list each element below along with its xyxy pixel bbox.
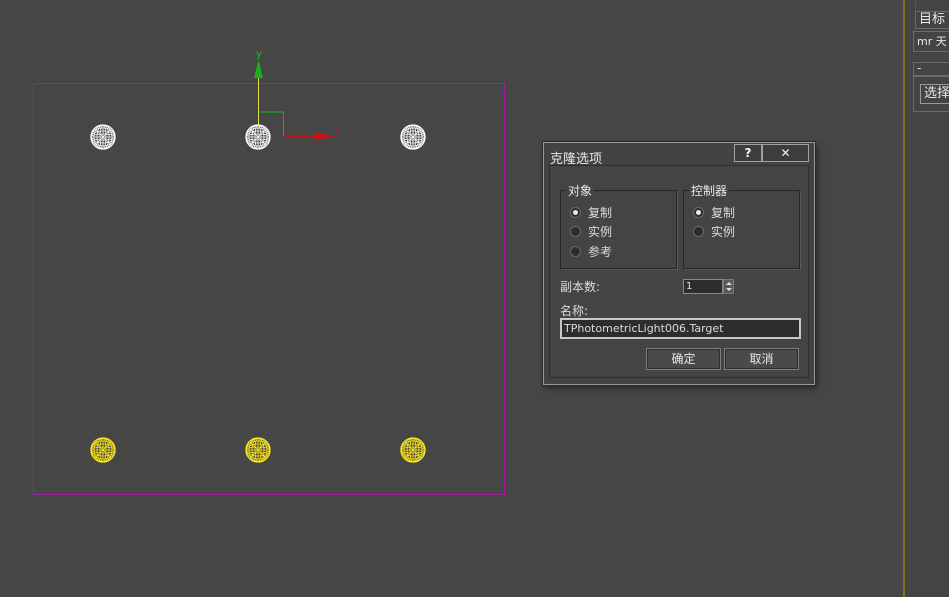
spinner-arrows[interactable] <box>723 279 734 294</box>
radio-icon[interactable] <box>693 225 704 237</box>
controller-group: 控制器 复制 实例 <box>683 182 800 269</box>
name-label: 名称: <box>560 304 589 318</box>
radio-label: 实例 <box>711 224 736 239</box>
light-target-bottom-right[interactable] <box>400 437 426 463</box>
light-target-top-right[interactable] <box>400 124 426 150</box>
select-button[interactable]: 选择 <box>920 84 949 104</box>
radio-label: 参考 <box>588 244 613 259</box>
panel-item-mr-sky[interactable]: mr 天 <box>913 31 949 52</box>
help-button[interactable]: ? <box>734 144 762 162</box>
spin-down-icon[interactable] <box>726 288 732 291</box>
light-target-bottom-left[interactable] <box>90 437 116 463</box>
object-option-instance[interactable]: 实例 <box>570 223 612 239</box>
copies-spinner[interactable]: 1 <box>683 279 736 294</box>
radio-label: 复制 <box>588 205 613 220</box>
radio-icon[interactable] <box>570 245 581 257</box>
copies-input[interactable]: 1 <box>683 279 723 294</box>
close-button[interactable]: ✕ <box>762 144 809 162</box>
radio-label: 实例 <box>588 224 613 239</box>
radio-icon[interactable] <box>570 206 581 218</box>
controller-group-title: 控制器 <box>689 182 730 199</box>
object-option-copy[interactable]: 复制 <box>570 204 612 220</box>
rollout-collapse-toggle[interactable]: - <box>913 62 949 76</box>
radio-label: 复制 <box>711 205 736 220</box>
ok-button[interactable]: 确定 <box>646 348 721 370</box>
clone-options-dialog: 克隆选项 ? ✕ 对象 复制 实例 参考 控制器 复制 实例 副本数: 1 名称… <box>543 142 815 385</box>
dialog-body: 对象 复制 实例 参考 控制器 复制 实例 副本数: 1 名称: TPhotom… <box>549 165 809 378</box>
object-group: 对象 复制 实例 参考 <box>560 182 677 269</box>
cancel-button[interactable]: 取消 <box>724 348 799 370</box>
name-field[interactable]: TPhotometricLight006.Target <box>560 318 801 339</box>
gizmo-y-arrowhead[interactable] <box>254 60 263 78</box>
light-target-bottom-center[interactable] <box>245 437 271 463</box>
radio-icon[interactable] <box>693 206 704 218</box>
transform-gizmo[interactable]: y x <box>254 49 340 141</box>
controller-option-instance[interactable]: 实例 <box>693 223 735 239</box>
panel-item-target-label[interactable]: 目标 <box>915 11 949 29</box>
light-target-top-left[interactable] <box>90 124 116 150</box>
command-panel: 目标 mr 天 - 选择 <box>903 0 949 597</box>
copies-label: 副本数: <box>560 280 601 294</box>
radio-icon[interactable] <box>570 225 581 237</box>
gizmo-x-label: x <box>335 126 340 135</box>
gizmo-x-arrowhead[interactable] <box>315 132 334 141</box>
light-target-top-center[interactable] <box>245 124 271 150</box>
controller-option-copy[interactable]: 复制 <box>693 204 735 220</box>
gizmo-y-label: y <box>256 49 262 60</box>
spin-up-icon[interactable] <box>726 282 732 285</box>
object-group-title: 对象 <box>566 182 595 199</box>
object-option-reference[interactable]: 参考 <box>570 243 612 259</box>
selection-bounding-box <box>33 83 505 495</box>
